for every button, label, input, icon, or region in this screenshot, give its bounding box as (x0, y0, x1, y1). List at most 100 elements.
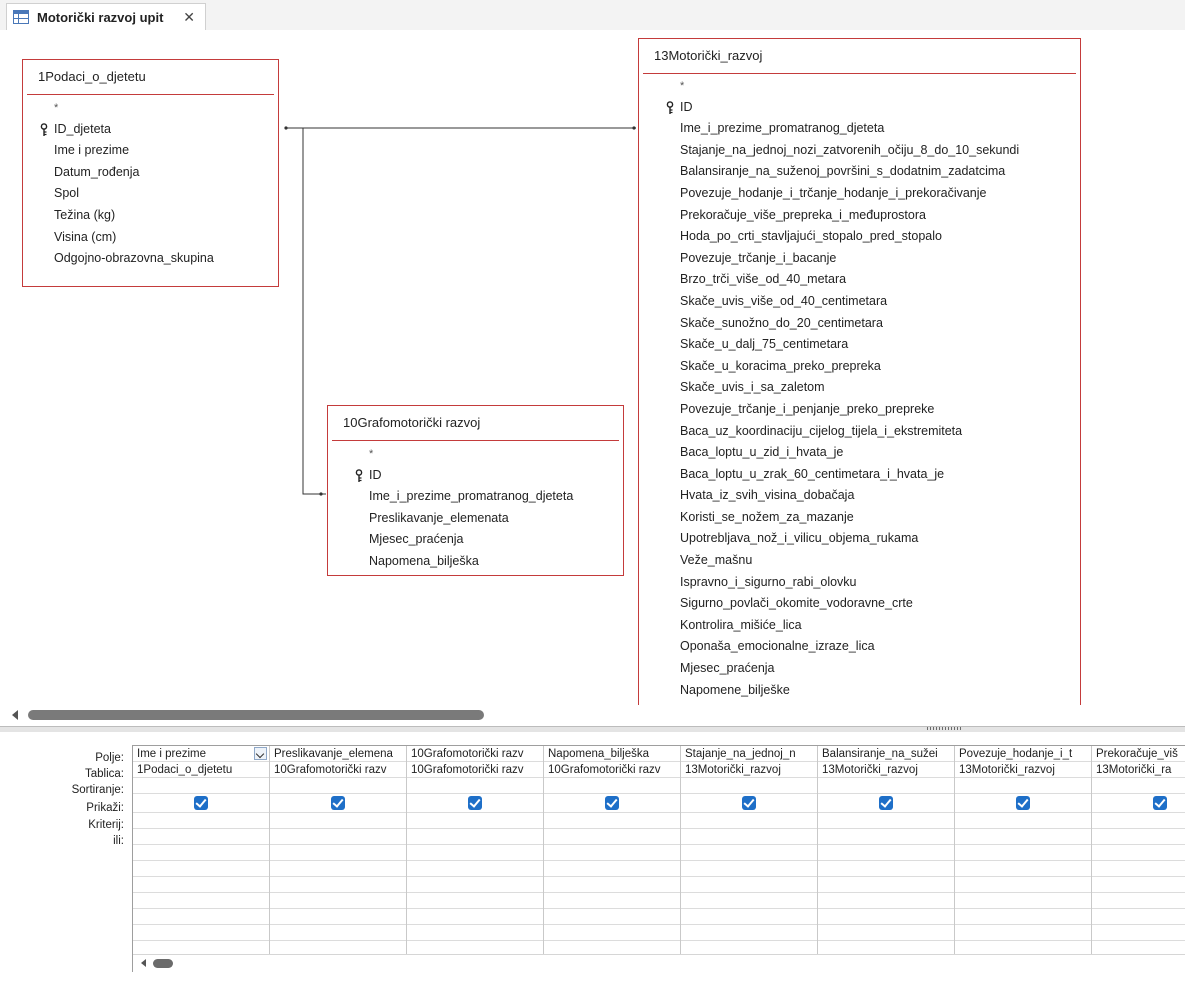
qbe-field-cell[interactable]: Balansiranje_na_sužei (818, 746, 954, 762)
field-item[interactable]: Odgojno-obrazovna_skupina (23, 248, 278, 270)
query-tab[interactable]: Motorički razvoj upit ✕ (6, 3, 206, 30)
qbe-field-cell[interactable]: Ime i prezime (133, 746, 269, 762)
qbe-or-cell[interactable] (681, 877, 817, 893)
qbe-column[interactable]: Prekoračuje_viš 13Motorički_ra (1092, 746, 1185, 957)
field-item[interactable]: Stajanje_na_jednoj_nozi_zatvorenih_očiju… (639, 140, 1080, 162)
field-item[interactable]: Povezuje_trčanje_i_bacanje (639, 248, 1080, 270)
qbe-or-cell[interactable] (955, 829, 1091, 845)
field-item[interactable]: Sigurno_povlači_okomite_vodoravne_crte (639, 593, 1080, 615)
qbe-column[interactable]: 10Grafomotorički razv 10Grafomotorički ra… (407, 746, 544, 957)
qbe-or-cell[interactable] (133, 893, 269, 909)
qbe-or-cell[interactable] (818, 893, 954, 909)
qbe-column[interactable]: Ime i prezime 1Podaci_o_djetetu (133, 746, 270, 957)
qbe-table-cell[interactable]: 10Grafomotorički razv (270, 762, 406, 778)
field-item[interactable]: ID_djeteta (23, 119, 278, 141)
qbe-or-cell[interactable] (407, 893, 543, 909)
qbe-or-cell[interactable] (818, 909, 954, 925)
field-item[interactable]: ID (328, 465, 623, 487)
grid-horizontal-scrollbar[interactable] (133, 954, 1185, 972)
field-item[interactable]: Veže_mašnu (639, 550, 1080, 572)
field-item[interactable]: Skače_uvis_više_od_40_centimetara (639, 291, 1080, 313)
qbe-or-cell[interactable] (818, 845, 954, 861)
qbe-or-cell[interactable] (1092, 925, 1185, 941)
qbe-or-cell[interactable] (133, 829, 269, 845)
field-item[interactable]: * (639, 75, 1080, 97)
qbe-field-cell[interactable]: 10Grafomotorički razv (407, 746, 543, 762)
qbe-or-cell[interactable] (270, 877, 406, 893)
qbe-criteria-cell[interactable] (544, 813, 680, 829)
field-item[interactable]: Povezuje_trčanje_i_penjanje_preko_prepre… (639, 399, 1080, 421)
qbe-table-cell[interactable]: 1Podaci_o_djetetu (133, 762, 269, 778)
qbe-or-cell[interactable] (407, 925, 543, 941)
field-item[interactable]: Hvata_iz_svih_visina_dobačaja (639, 485, 1080, 507)
qbe-or-cell[interactable] (544, 925, 680, 941)
qbe-table-cell[interactable]: 13Motorički_razvoj (681, 762, 817, 778)
field-dropdown-icon[interactable] (254, 747, 267, 760)
qbe-or-cell[interactable] (407, 877, 543, 893)
qbe-criteria-cell[interactable] (1092, 813, 1185, 829)
field-item[interactable]: * (23, 97, 278, 119)
qbe-criteria-cell[interactable] (407, 813, 543, 829)
field-item[interactable]: Oponaša_emocionalne_izraze_lica (639, 636, 1080, 658)
close-tab-icon[interactable]: ✕ (183, 9, 195, 26)
field-item[interactable]: Balansiranje_na_suženoj_površini_s_dodat… (639, 161, 1080, 183)
qbe-field-cell[interactable]: Prekoračuje_viš (1092, 746, 1185, 762)
qbe-criteria-cell[interactable] (270, 813, 406, 829)
show-checkbox[interactable] (1016, 796, 1030, 810)
qbe-or-cell[interactable] (133, 909, 269, 925)
qbe-criteria-cell[interactable] (955, 813, 1091, 829)
qbe-or-cell[interactable] (681, 909, 817, 925)
qbe-or-cell[interactable] (270, 925, 406, 941)
qbe-criteria-cell[interactable] (818, 813, 954, 829)
field-item[interactable]: Hoda_po_crti_stavljajući_stopalo_pred_st… (639, 226, 1080, 248)
qbe-or-cell[interactable] (818, 877, 954, 893)
show-checkbox[interactable] (468, 796, 482, 810)
qbe-or-cell[interactable] (681, 845, 817, 861)
qbe-or-cell[interactable] (133, 861, 269, 877)
qbe-or-cell[interactable] (955, 861, 1091, 877)
field-item[interactable]: Skače_uvis_i_sa_zaletom (639, 377, 1080, 399)
qbe-or-cell[interactable] (955, 877, 1091, 893)
field-item[interactable]: * (328, 443, 623, 465)
field-item[interactable]: Mjesec_praćenja (639, 658, 1080, 680)
grid-scroll-left-arrow-icon[interactable] (141, 959, 146, 967)
qbe-or-cell[interactable] (544, 877, 680, 893)
qbe-criteria-cell[interactable] (681, 813, 817, 829)
qbe-table-cell[interactable]: 13Motorički_ra (1092, 762, 1185, 778)
qbe-sort-cell[interactable] (818, 778, 954, 794)
qbe-column[interactable]: Napomena_bilješka 10Grafomotorički razv (544, 746, 681, 957)
qbe-or-cell[interactable] (270, 893, 406, 909)
qbe-sort-cell[interactable] (133, 778, 269, 794)
qbe-or-cell[interactable] (681, 925, 817, 941)
qbe-or-cell[interactable] (955, 845, 1091, 861)
show-checkbox[interactable] (331, 796, 345, 810)
qbe-or-cell[interactable] (1092, 829, 1185, 845)
qbe-field-cell[interactable]: Napomena_bilješka (544, 746, 680, 762)
qbe-table-cell[interactable]: 10Grafomotorički razv (407, 762, 543, 778)
table-box-grafomotoricki-razvoj[interactable]: 10Grafomotorički razvoj * ID Ime_i_prezime… (327, 405, 624, 576)
qbe-column[interactable]: Povezuje_hodanje_i_t 13Motorički_razvoj (955, 746, 1092, 957)
qbe-field-cell[interactable]: Povezuje_hodanje_i_t (955, 746, 1091, 762)
splitter-grip-icon[interactable] (927, 727, 963, 730)
qbe-column[interactable]: Balansiranje_na_sužei 13Motorički_razvoj (818, 746, 955, 957)
qbe-sort-cell[interactable] (1092, 778, 1185, 794)
field-item[interactable]: Prekoračuje_više_prepreka_i_međuprostora (639, 205, 1080, 227)
field-item[interactable]: Težina (kg) (23, 205, 278, 227)
qbe-or-cell[interactable] (544, 893, 680, 909)
show-checkbox[interactable] (742, 796, 756, 810)
show-checkbox[interactable] (605, 796, 619, 810)
qbe-column[interactable]: Stajanje_na_jednoj_n 13Motorički_razvoj (681, 746, 818, 957)
qbe-or-cell[interactable] (407, 861, 543, 877)
table-box-podaci-o-djetetu[interactable]: 1Podaci_o_djetetu * ID_djeteta Ime i prezi… (22, 59, 279, 287)
show-checkbox[interactable] (879, 796, 893, 810)
show-checkbox[interactable] (1153, 796, 1167, 810)
table-box-motoricki-razvoj[interactable]: 13Motorički_razvoj * ID Ime_i_prezime_prom… (638, 38, 1081, 705)
qbe-or-cell[interactable] (544, 909, 680, 925)
qbe-sort-cell[interactable] (407, 778, 543, 794)
field-item[interactable]: Visina (cm) (23, 227, 278, 249)
qbe-table-cell[interactable]: 13Motorički_razvoj (818, 762, 954, 778)
qbe-or-cell[interactable] (544, 845, 680, 861)
qbe-or-cell[interactable] (681, 829, 817, 845)
qbe-criteria-cell[interactable] (133, 813, 269, 829)
grid-scroll-thumb[interactable] (153, 959, 173, 968)
